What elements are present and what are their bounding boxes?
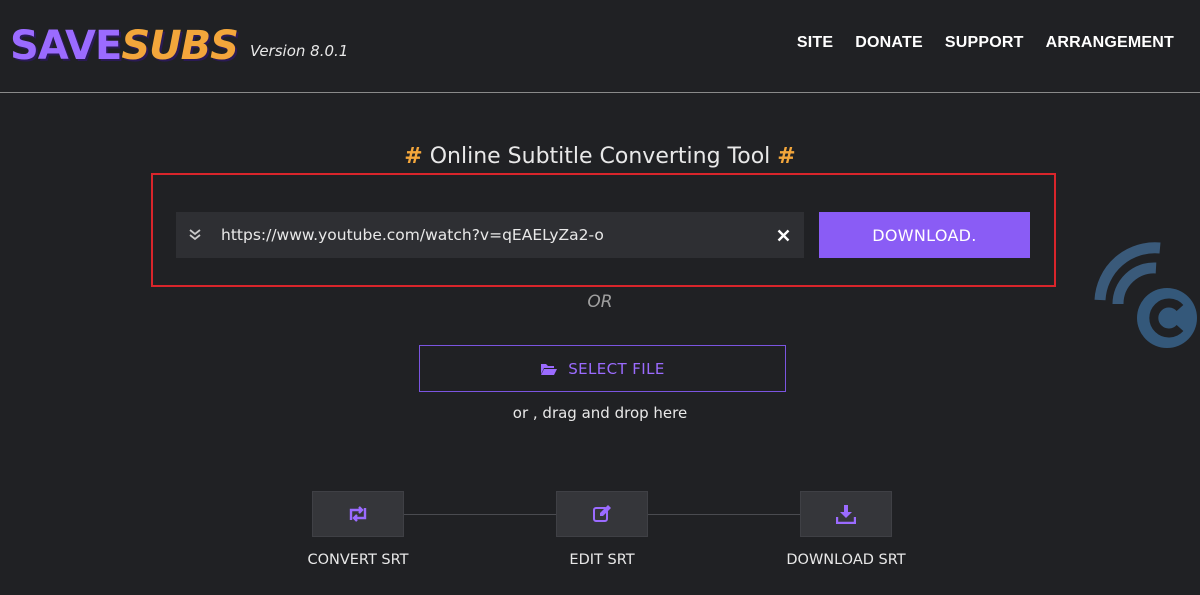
retweet-icon [349, 506, 367, 522]
version-label: Version 8.0.1 [249, 42, 349, 60]
drag-drop-hint: or , drag and drop here [512, 404, 688, 422]
logo-text: SAVESUBS [10, 22, 239, 70]
watermark-icon [1094, 242, 1197, 348]
nav-site[interactable]: SITE [797, 34, 833, 52]
step-download-label: DOWNLOAD SRT [786, 552, 906, 568]
title-text: Online Subtitle Converting Tool [429, 144, 771, 169]
step-edit-label: EDIT SRT [569, 552, 635, 568]
download-icon [836, 505, 856, 524]
step-convert-box [312, 491, 404, 537]
select-file-button[interactable]: SELECT FILE [419, 345, 786, 392]
nav-support[interactable]: SUPPORT [945, 34, 1024, 52]
folder-open-icon [541, 363, 558, 375]
chevron-double-down-icon[interactable] [176, 212, 214, 258]
header: SAVESUBS Version 8.0.1 SITE DONATE SUPPO… [0, 0, 1200, 93]
url-input[interactable] [214, 212, 762, 258]
or-separator: OR [587, 292, 613, 312]
page-title: # Online Subtitle Converting Tool # [0, 144, 1200, 169]
edit-icon [593, 505, 611, 522]
top-nav: SITE DONATE SUPPORT ARRANGEMENT [797, 34, 1174, 52]
step-convert-label: CONVERT SRT [307, 552, 409, 568]
title-hash-left: # [404, 144, 423, 169]
title-hash-right: # [777, 144, 796, 169]
logo-text-subs: SUBS [121, 23, 239, 69]
url-bar [176, 212, 804, 258]
clear-button[interactable] [762, 212, 804, 258]
step-download-box [800, 491, 892, 537]
logo-text-save: SAVE [10, 23, 122, 69]
step-edit-box [556, 491, 648, 537]
select-file-label: SELECT FILE [568, 359, 665, 378]
nav-arrangement[interactable]: ARRANGEMENT [1046, 34, 1174, 52]
download-button[interactable]: DOWNLOAD. [819, 212, 1030, 258]
logo[interactable]: SAVESUBS Version 8.0.1 [10, 20, 348, 70]
close-icon [777, 229, 789, 241]
nav-donate[interactable]: DONATE [855, 34, 923, 52]
